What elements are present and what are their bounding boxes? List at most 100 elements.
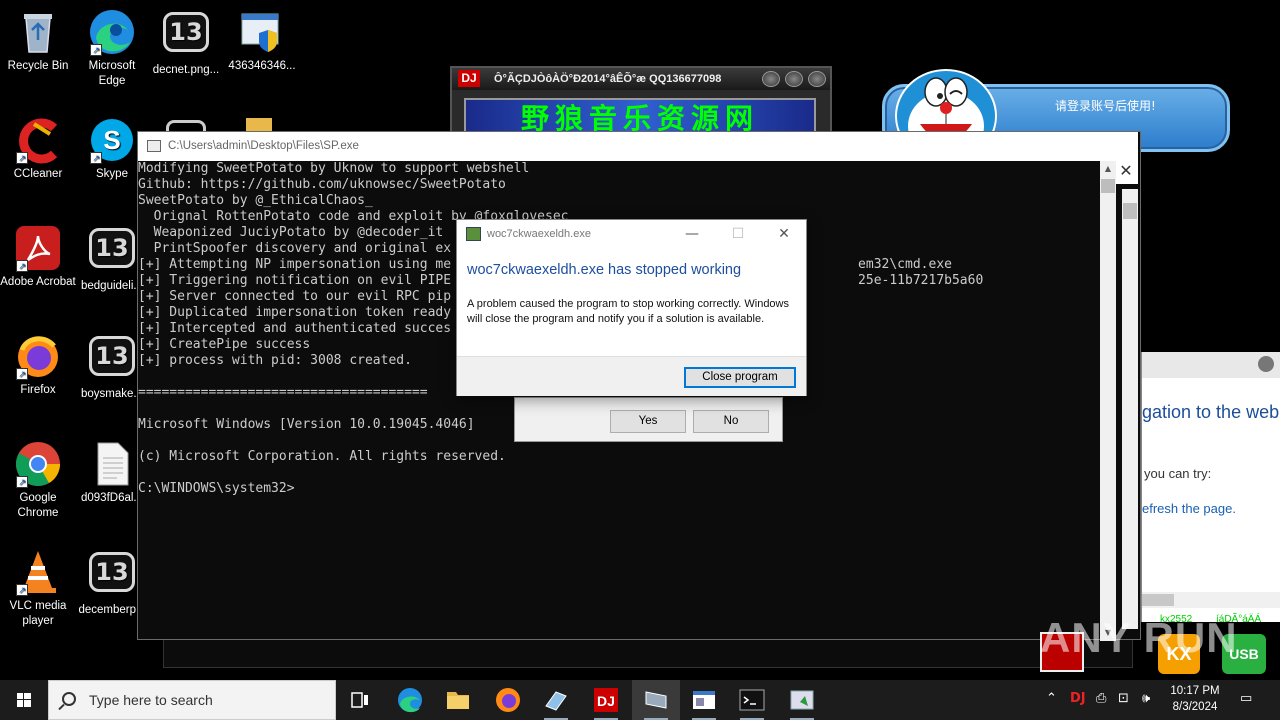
error-dialog-titlebar[interactable]: woc7ckwaexeldh.exe — ☐ ✕ xyxy=(457,220,806,248)
firefox-icon: ↗ xyxy=(14,332,62,380)
desktop: Recycle Bin ↗ CCleaner ↗ Adobe Acrobat ↗… xyxy=(0,0,1280,720)
error-heading: woc7ckwaexeldh.exe has stopped working xyxy=(467,262,742,278)
edge-titlebar[interactable] xyxy=(1142,352,1280,378)
notifications-icon[interactable]: ▭ xyxy=(1240,690,1252,708)
chrome-icon: ↗ xyxy=(14,440,62,488)
edge-icon: ↗ xyxy=(88,8,136,56)
desktop-icon-436[interactable]: 436346346... xyxy=(224,8,300,74)
shortcut-arrow-icon: ↗ xyxy=(90,152,102,164)
maximize-button[interactable] xyxy=(785,71,803,87)
console-app-icon xyxy=(147,140,161,152)
taskbar-edge[interactable] xyxy=(386,680,434,720)
ccleaner-icon: ↗ xyxy=(14,116,62,164)
dj-logo-icon: DJ xyxy=(458,70,480,87)
scrollbar-thumb[interactable] xyxy=(1101,179,1115,193)
edge-error-heading: gation to the web xyxy=(1142,402,1280,422)
app-tool-icon xyxy=(545,691,567,711)
error-dialog[interactable]: woc7ckwaexeldh.exe — ☐ ✕ woc7ckwaexeldh.… xyxy=(456,219,807,396)
console-line: Github: https://github.com/uknowsec/Swee… xyxy=(138,177,506,192)
taskbar-cmd[interactable] xyxy=(728,680,776,720)
taskbar-clock[interactable]: 10:17 PM 8/3/2024 xyxy=(1168,683,1222,715)
taskbar-sp-exe[interactable] xyxy=(632,680,680,720)
shortcut-arrow-icon: ↗ xyxy=(16,260,28,272)
start-button[interactable] xyxy=(0,680,48,720)
b3-file-icon: 13 xyxy=(88,336,136,384)
taskbar-window[interactable] xyxy=(680,680,728,720)
edge-refresh-link[interactable]: efresh the page. xyxy=(1142,501,1236,516)
minimize-button[interactable] xyxy=(762,71,780,87)
dj-player-title: Ô°ÃÇDJÒôÀÖ°Ð2014°âÊÕ°æ QQ136677098 xyxy=(494,73,722,85)
search-placeholder: Type here to search xyxy=(89,692,213,708)
vertical-scrollbar[interactable]: ▲ ▼ xyxy=(1100,161,1116,641)
volume-icon[interactable]: 🕪 xyxy=(1142,690,1150,708)
search-icon xyxy=(62,692,76,706)
clock-date: 8/3/2024 xyxy=(1172,701,1218,713)
desktop-icon-ccleaner[interactable]: ↗ CCleaner xyxy=(0,116,76,182)
error-dialog-title: woc7ckwaexeldh.exe xyxy=(487,228,591,240)
taskbar-search-box[interactable]: Type here to search xyxy=(48,680,336,720)
edge-browser-window[interactable]: gation to the web you can try: efresh th… xyxy=(1141,352,1280,622)
taskbar-file-explorer[interactable] xyxy=(434,680,482,720)
close-icon[interactable]: ✕ xyxy=(761,220,807,248)
app-window-icon xyxy=(645,691,667,709)
yes-button[interactable]: Yes xyxy=(610,410,686,433)
desktop-icon-label: Google Chrome xyxy=(17,492,59,519)
scrollbar-thumb[interactable] xyxy=(1123,203,1137,219)
no-button[interactable]: No xyxy=(693,410,769,433)
taskbar-dj-player[interactable]: DJ xyxy=(582,680,630,720)
chevron-up-icon[interactable]: ⌃ xyxy=(1046,690,1057,708)
close-icon[interactable]: ✕ xyxy=(1114,160,1138,184)
desktop-icon-adobe-acrobat[interactable]: ↗ Adobe Acrobat xyxy=(0,224,76,290)
vertical-scrollbar[interactable] xyxy=(1122,189,1138,629)
desktop-icon-label: CCleaner xyxy=(13,168,63,180)
maximize-icon: ☐ xyxy=(731,226,745,242)
svg-text:DJ: DJ xyxy=(597,693,615,709)
taskbar-firefox[interactable] xyxy=(484,680,532,720)
network-device-icon[interactable]: ⎙ xyxy=(1096,690,1106,708)
folder-icon xyxy=(447,692,469,709)
installer-icon xyxy=(790,690,814,710)
desktop-icon-decnet[interactable]: 13 decnet.png... xyxy=(148,8,224,78)
scroll-up-icon[interactable]: ▲ xyxy=(1100,161,1116,177)
task-view-button[interactable] xyxy=(336,680,384,720)
windows-logo-icon xyxy=(17,693,31,707)
taskbar-installer[interactable] xyxy=(778,680,826,720)
shortcut-arrow-icon: ↗ xyxy=(90,44,102,56)
clock-time: 10:17 PM xyxy=(1170,685,1220,697)
b3-file-icon: 13 xyxy=(88,228,136,276)
desktop-icon-label: Firefox xyxy=(20,384,56,396)
desktop-icon-label: VLC media player xyxy=(9,600,67,627)
desktop-icon-firefox[interactable]: ↗ Firefox xyxy=(0,332,76,398)
shortcut-arrow-icon: ↗ xyxy=(16,584,28,596)
desktop-icon-label: 436346346... xyxy=(228,60,296,72)
close-program-button[interactable]: Close program xyxy=(684,367,796,388)
network-icon[interactable]: ⊡ xyxy=(1118,690,1129,708)
adobe-acrobat-icon: ↗ xyxy=(14,224,62,272)
desktop-icon-microsoft-edge[interactable]: ↗ Microsoft Edge xyxy=(74,8,150,89)
desktop-icon-label: decnet.png... xyxy=(152,64,220,76)
dj-logo-icon: DJ xyxy=(594,688,618,712)
taskbar-app-tool[interactable] xyxy=(532,680,580,720)
skype-icon: S ↗ xyxy=(88,116,136,164)
console-line: (c) Microsoft Corporation. All rights re… xyxy=(138,449,506,464)
minimize-icon[interactable]: — xyxy=(669,220,715,248)
scrollbar-thumb[interactable] xyxy=(1142,594,1174,606)
console-line: C:\WINDOWS\system32> xyxy=(138,481,295,496)
dj-player-titlebar[interactable]: DJ Ô°ÃÇDJÒôÀÖ°Ð2014°âÊÕ°æ QQ136677098 xyxy=(452,68,830,90)
taskbar: Type here to search DJ ⌃ DJ ⎙ ⊡ 🕪 10:17 … xyxy=(0,680,1280,720)
close-button[interactable] xyxy=(808,71,826,87)
cmd-titlebar[interactable]: C:\Users\admin\Desktop\Files\SP.exe xyxy=(138,132,1138,161)
console-line: Modifying SweetPotato by Uknow to suppor… xyxy=(138,161,530,176)
desktop-icon-google-chrome[interactable]: ↗ Google Chrome xyxy=(0,440,76,521)
desktop-icon-label: Recycle Bin xyxy=(7,60,69,72)
desktop-icon-recycle-bin[interactable]: Recycle Bin xyxy=(0,8,76,74)
shortcut-arrow-icon: ↗ xyxy=(16,476,28,488)
error-dialog-footer: Close program xyxy=(457,356,806,396)
desktop-icon-vlc[interactable]: ↗ VLC media player xyxy=(0,548,76,629)
cmd-title: C:\Users\admin\Desktop\Files\SP.exe xyxy=(168,140,359,152)
anyrun-watermark: ANY RUN xyxy=(1040,614,1238,661)
dj-tray-icon[interactable]: DJ xyxy=(1070,690,1086,708)
window-control-icon[interactable] xyxy=(1258,356,1274,372)
window-icon xyxy=(693,691,715,709)
